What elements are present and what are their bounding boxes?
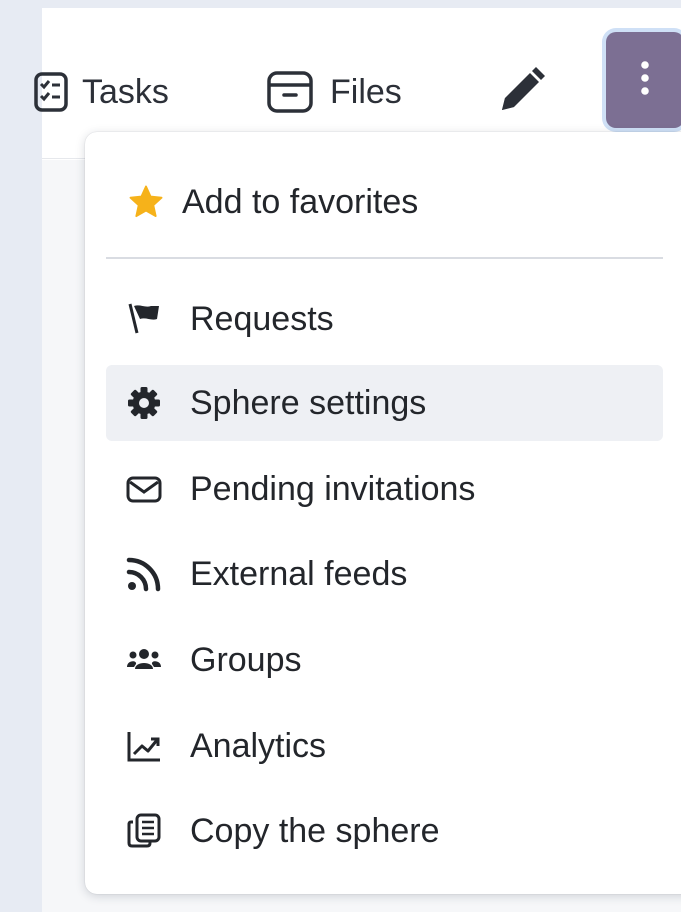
add-to-favorites-item[interactable]: Add to favorites — [106, 164, 663, 240]
users-icon — [124, 640, 164, 680]
envelope-icon — [124, 469, 164, 509]
more-options-button[interactable] — [606, 32, 681, 128]
menu-item-external-feeds[interactable]: External feeds — [106, 536, 663, 612]
menu-item-label: External feeds — [190, 554, 408, 593]
tasks-button[interactable]: Tasks — [34, 60, 169, 124]
files-button[interactable]: Files — [266, 60, 402, 124]
menu-divider — [106, 257, 663, 259]
star-icon — [126, 182, 166, 222]
menu-item-groups[interactable]: Groups — [106, 622, 663, 698]
pencil-icon — [492, 64, 548, 120]
vertical-dots-icon — [640, 58, 650, 103]
files-label: Files — [330, 72, 402, 111]
menu-item-sphere-settings[interactable]: Sphere settings — [106, 365, 663, 441]
menu-item-label: Sphere settings — [190, 383, 427, 422]
backdrop-top — [0, 0, 681, 8]
gear-icon — [124, 383, 164, 423]
tasks-label: Tasks — [82, 72, 169, 111]
menu-item-copy-the-sphere[interactable]: Copy the sphere — [106, 793, 663, 869]
tasks-icon — [34, 72, 70, 112]
menu-item-requests[interactable]: Requests — [106, 281, 663, 357]
menu-item-analytics[interactable]: Analytics — [106, 708, 663, 784]
options-dropdown-menu: Add to favorites Requests Sphere setting… — [85, 132, 681, 894]
archive-icon — [266, 70, 314, 114]
add-to-favorites-label: Add to favorites — [182, 182, 419, 221]
menu-item-label: Pending invitations — [190, 469, 476, 508]
menu-item-label: Analytics — [190, 726, 327, 765]
menu-item-label: Groups — [190, 640, 302, 679]
edit-button[interactable] — [492, 60, 548, 124]
rss-icon — [124, 554, 164, 594]
backdrop-left — [0, 0, 42, 912]
menu-item-label: Requests — [190, 299, 334, 338]
chart-line-icon — [124, 726, 164, 766]
flag-icon — [124, 299, 164, 339]
menu-item-label: Copy the sphere — [190, 811, 440, 850]
copy-icon — [124, 811, 164, 851]
menu-item-pending-invitations[interactable]: Pending invitations — [106, 451, 663, 527]
